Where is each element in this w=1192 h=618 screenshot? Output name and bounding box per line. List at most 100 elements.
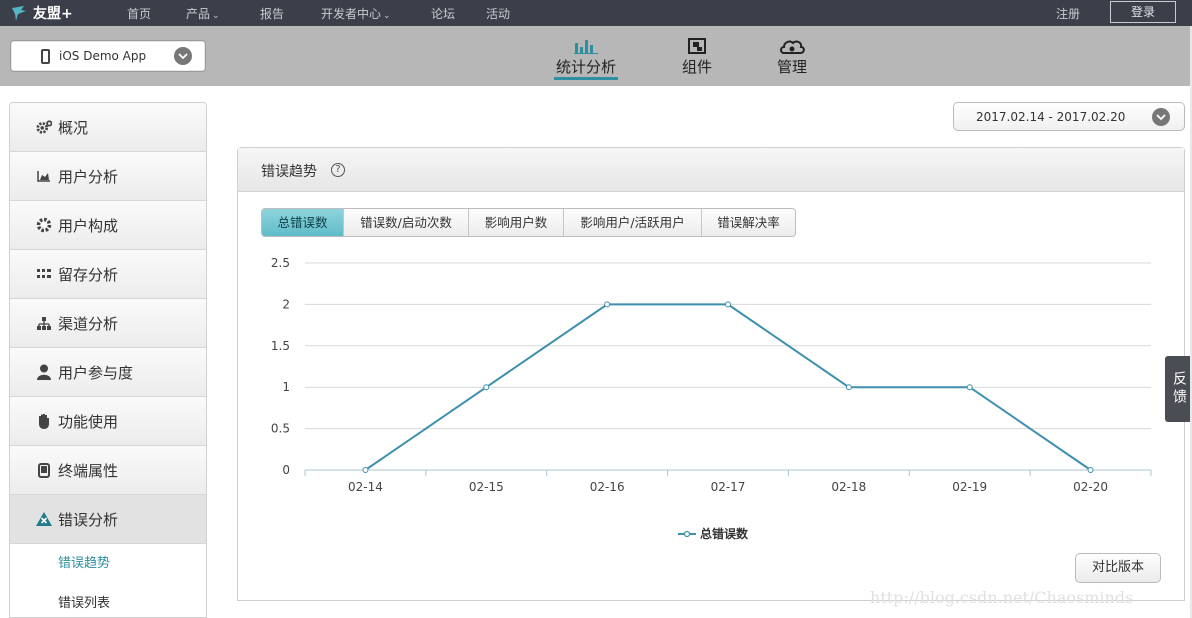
- nav-reports[interactable]: 报告: [260, 5, 284, 22]
- user-icon: [36, 364, 52, 380]
- sidebar-item-label: 用户参与度: [58, 363, 134, 382]
- tab-statistics[interactable]: 统计分析: [551, 36, 621, 80]
- sidebar-item-label: 渠道分析: [58, 314, 119, 333]
- metric-segmented-control: 总错误数 错误数/启动次数 影响用户数 影响用户/活跃用户 错误解决率: [261, 208, 796, 237]
- sidebar-item-label: 概况: [58, 118, 89, 137]
- gear-icon: [36, 217, 52, 233]
- tab-statistics-label: 统计分析: [555, 58, 616, 76]
- sidebar-item-engagement[interactable]: 用户参与度: [10, 348, 206, 397]
- segment-errors-per-launch[interactable]: 错误数/启动次数: [343, 209, 468, 236]
- y-tick-label: 2.5: [271, 256, 290, 270]
- tab-components[interactable]: 组件: [662, 36, 732, 77]
- nav-home[interactable]: 首页: [127, 5, 151, 22]
- data-point: [845, 384, 852, 391]
- sidebar-item-label: 用户构成: [58, 216, 119, 235]
- segment-resolution-rate[interactable]: 错误解决率: [701, 209, 795, 236]
- sidebar-item-label: 终端属性: [58, 461, 119, 480]
- nav-forum[interactable]: 论坛: [431, 5, 455, 22]
- tab-management-label: 管理: [776, 58, 807, 76]
- grid-icon: [36, 266, 52, 282]
- y-tick-label: 1: [282, 380, 290, 394]
- panel-header: 错误趋势 ?: [238, 148, 1184, 192]
- data-point: [362, 467, 369, 473]
- sidebar-item-channel[interactable]: 渠道分析: [10, 299, 206, 348]
- nav-developer-center[interactable]: 开发者中心 ⌄: [321, 5, 391, 22]
- sidebar-item-error-analysis[interactable]: 错误分析: [10, 495, 206, 544]
- umeng-logo[interactable]: 友盟+: [10, 3, 73, 23]
- sidebar-item-user-composition[interactable]: 用户构成: [10, 201, 206, 250]
- sidebar-item-label: 错误分析: [58, 510, 119, 529]
- segment-total-errors[interactable]: 总错误数: [262, 209, 343, 236]
- help-icon[interactable]: ?: [331, 163, 345, 177]
- sidebar-item-device[interactable]: 终端属性: [10, 446, 206, 495]
- nav-products-label: 产品: [186, 7, 211, 21]
- y-tick-label: 0.5: [271, 422, 290, 436]
- hand-icon: [36, 413, 52, 429]
- register-link[interactable]: 注册: [1056, 5, 1080, 22]
- cloud-settings-icon: [757, 36, 827, 54]
- top-navigation-bar: 友盟+ 首页 产品 ⌄ 报告 开发者中心 ⌄ 论坛 活动 注册 登录: [0, 0, 1192, 26]
- sidebar-item-user-analysis[interactable]: 用户分析: [10, 152, 206, 201]
- data-point: [966, 384, 973, 391]
- y-tick-label: 2: [282, 297, 290, 311]
- sidebar-item-label: 功能使用: [58, 412, 119, 431]
- active-tab-indicator: [554, 77, 618, 80]
- data-point: [1087, 467, 1094, 473]
- feedback-tab[interactable]: 反馈: [1165, 356, 1192, 422]
- x-tick-label: 02-20: [1073, 480, 1108, 494]
- login-button[interactable]: 登录: [1110, 1, 1176, 23]
- nav-developer-label: 开发者中心: [321, 7, 382, 21]
- sidebar-item-retention[interactable]: 留存分析: [10, 250, 206, 299]
- component-icon: [662, 36, 732, 54]
- sidebar-item-label: 留存分析: [58, 265, 119, 284]
- x-tick-label: 02-18: [831, 480, 866, 494]
- tab-components-label: 组件: [681, 58, 712, 76]
- app-selector[interactable]: iOS Demo App: [10, 40, 206, 72]
- x-tick-label: 02-15: [469, 480, 504, 494]
- bar-chart-icon: [551, 36, 621, 54]
- date-range-value: 2017.02.14 - 2017.02.20: [976, 110, 1126, 124]
- data-point: [483, 384, 490, 391]
- nav-events[interactable]: 活动: [486, 5, 510, 22]
- segment-affected-users[interactable]: 影响用户数: [468, 209, 563, 236]
- segment-affected-active-ratio[interactable]: 影响用户/活跃用户: [563, 209, 701, 236]
- chevron-down-icon: ⌄: [383, 11, 391, 21]
- legend-series-name: 总错误数: [700, 527, 749, 541]
- y-tick-label: 1.5: [271, 339, 290, 353]
- area-chart-icon: [36, 168, 52, 184]
- y-tick-label: 0: [282, 463, 290, 477]
- bird-logo-icon: [12, 6, 26, 21]
- sidebar-item-label: 用户分析: [58, 167, 119, 186]
- sidebar-item-overview[interactable]: 概况: [10, 103, 206, 152]
- sidebar-subitem-error-trend[interactable]: 错误趋势: [10, 544, 206, 584]
- device-icon: [36, 462, 52, 478]
- chevron-down-icon: [1152, 108, 1170, 126]
- compare-versions-button[interactable]: 对比版本: [1075, 553, 1161, 583]
- data-point: [725, 301, 731, 308]
- panel-title: 错误趋势: [261, 164, 317, 180]
- x-tick-label: 02-19: [952, 480, 987, 494]
- logo-text: 友盟+: [33, 6, 73, 22]
- legend-line-marker: [678, 530, 696, 537]
- phone-icon: [41, 49, 50, 64]
- date-range-picker[interactable]: 2017.02.14 - 2017.02.20: [953, 102, 1185, 131]
- x-tick-label: 02-16: [590, 480, 625, 494]
- chart-legend[interactable]: 总错误数: [678, 525, 748, 542]
- app-selector-value: iOS Demo App: [59, 49, 147, 63]
- x-tick-label: 02-17: [711, 480, 746, 494]
- warning-icon: [36, 511, 52, 527]
- watermark: http://blog.csdn.net/Chaosminds: [870, 588, 1134, 607]
- data-point: [604, 301, 611, 308]
- x-tick-label: 02-14: [348, 480, 383, 494]
- module-bar: iOS Demo App 统计分析 组件 管理: [0, 26, 1192, 86]
- sitemap-icon: [36, 315, 52, 331]
- tab-management[interactable]: 管理: [757, 36, 827, 77]
- sidebar-item-feature-usage[interactable]: 功能使用: [10, 397, 206, 446]
- nav-products[interactable]: 产品 ⌄: [186, 5, 220, 22]
- sidebar-subitem-error-list[interactable]: 错误列表: [10, 584, 206, 617]
- error-trend-chart: 0 0.5 1 1.5 2 2.5 02-14 02-15 02-16 02-17 02-18 02-…: [271, 256, 1152, 494]
- gears-icon: [36, 119, 52, 135]
- chevron-down-icon: [174, 47, 192, 65]
- sidebar: 概况 用户分析 用户构成 留存分析 渠道分析 用户参与度 功能使用 终端属性 错…: [9, 102, 207, 618]
- chevron-down-icon: ⌄: [212, 11, 220, 21]
